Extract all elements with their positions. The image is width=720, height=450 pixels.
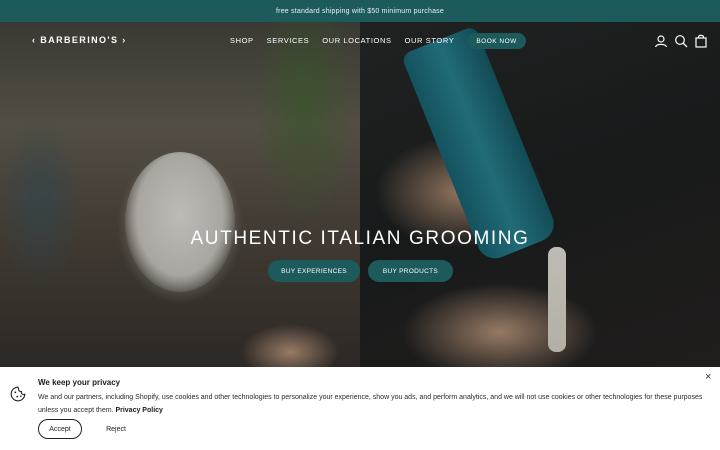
header-icons: [654, 34, 714, 48]
hero-overlay: [0, 22, 720, 367]
cookie-title: We keep your privacy: [38, 378, 121, 387]
close-icon[interactable]: ×: [705, 372, 711, 383]
buy-experiences-button[interactable]: BUY EXPERIENCES: [268, 260, 360, 282]
nav-shop[interactable]: SHOP: [230, 33, 254, 49]
main-nav: SHOP SERVICES OUR LOCATIONS OUR STORY BO…: [230, 33, 526, 49]
announcement-bar: free standard shipping with $50 minimum …: [0, 0, 720, 22]
nav-our-story[interactable]: OUR STORY: [405, 33, 455, 49]
hero-section: [0, 22, 720, 367]
search-icon[interactable]: [674, 34, 688, 48]
nav-services[interactable]: SERVICES: [267, 33, 310, 49]
nav-our-locations[interactable]: OUR LOCATIONS: [322, 33, 391, 49]
cookie-icon: [10, 386, 26, 402]
account-icon[interactable]: [654, 34, 668, 48]
privacy-policy-link[interactable]: Privacy Policy: [115, 407, 162, 414]
brand-logo[interactable]: ‹ BARBERINO'S ›: [32, 35, 127, 45]
buy-products-button[interactable]: BUY PRODUCTS: [368, 260, 453, 282]
book-now-button[interactable]: BOOK NOW: [467, 33, 526, 49]
hero-cta-row: BUY EXPERIENCES BUY PRODUCTS: [268, 260, 461, 282]
cookie-banner: We keep your privacy We and our partners…: [0, 367, 720, 450]
hero-headline: AUTHENTIC ITALIAN GROOMING: [190, 228, 530, 249]
accept-button[interactable]: Accept: [38, 419, 82, 439]
site-header: ‹ BARBERINO'S › SHOP SERVICES OUR LOCATI…: [0, 22, 720, 60]
cookie-text: We and our partners, including Shopify, …: [38, 391, 703, 417]
cart-icon[interactable]: [694, 34, 708, 48]
announcement-text: free standard shipping with $50 minimum …: [276, 7, 444, 15]
reject-button[interactable]: Reject: [96, 419, 136, 439]
